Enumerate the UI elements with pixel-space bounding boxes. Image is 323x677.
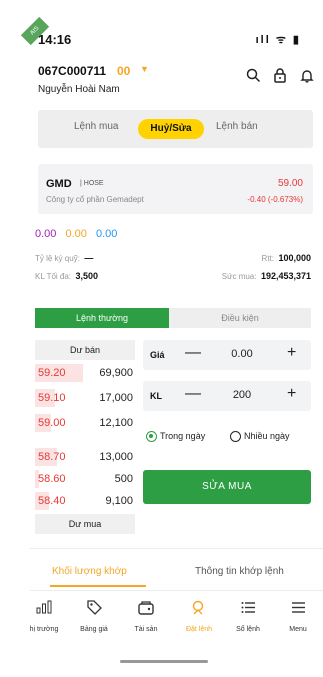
buy-power-value: 192,453,371 [260, 271, 311, 281]
nav-label: Sổ lệnh [236, 626, 260, 633]
stock-code: GMD [46, 178, 72, 190]
account-name: Nguyễn Hoài Nam [38, 84, 120, 95]
bid-volume: 13,000 [99, 451, 133, 463]
tab-conditional-order[interactable]: Điều kiện [169, 308, 311, 328]
radio-unchecked-icon [230, 431, 241, 443]
tab-edit[interactable]: Huỷ/Sửa [138, 119, 204, 139]
nav-assets[interactable]: Tài sản [124, 600, 168, 633]
tag-icon [72, 600, 116, 620]
order-icon [177, 600, 221, 620]
quantity-minus-button[interactable]: — [185, 385, 201, 403]
stock-price: 59.00 [277, 178, 303, 189]
quick-value-ceiling[interactable]: 0.00 [35, 228, 56, 240]
stock-company: Công ty cổ phần Gemadept [46, 195, 144, 204]
bid-price[interactable]: 58.70 [38, 451, 66, 463]
account-id[interactable]: 067C000711 [38, 64, 106, 78]
nav-place-order[interactable]: Đặt lệnh [177, 600, 221, 633]
price-minus-button[interactable]: — [185, 344, 201, 362]
margin-label: Tỷ lệ ký quỹ: [35, 254, 80, 263]
ask-volume: 17,000 [99, 392, 133, 404]
nav-order-book[interactable]: Sổ lệnh [226, 600, 270, 633]
wallet-icon [124, 600, 168, 620]
rtt-value: 100,000 [278, 253, 311, 263]
menu-icon [276, 600, 320, 620]
status-icons: ıll ᯤ ▮ [255, 34, 301, 46]
price-plus-button[interactable]: + [287, 344, 296, 362]
nav-market[interactable]: hị trường [22, 600, 66, 633]
max-qty-value: 3,500 [75, 271, 99, 281]
bell-icon[interactable] [300, 68, 314, 87]
ask-row[interactable]: 59.20 69,900 [35, 362, 135, 384]
bid-volume: 500 [114, 473, 133, 485]
search-icon[interactable] [246, 68, 261, 87]
home-indicator[interactable] [120, 660, 208, 663]
quick-value-reference[interactable]: 0.00 [65, 228, 86, 240]
ask-row[interactable]: 59.00 12,100 [35, 412, 135, 434]
ask-price[interactable]: 59.20 [38, 367, 66, 379]
chevron-down-icon[interactable]: ▼ [140, 64, 149, 74]
radio-today[interactable]: Trong ngày [146, 431, 206, 443]
divider [30, 548, 323, 549]
quantity-input[interactable]: 200 [222, 389, 262, 401]
quick-value-floor[interactable]: 0.00 [96, 228, 117, 240]
divider [30, 590, 323, 591]
nav-menu[interactable]: Menu [276, 600, 320, 633]
chart-icon [22, 600, 66, 620]
bid-volume: 9,100 [105, 495, 133, 507]
nav-label: Menu [289, 626, 307, 633]
bid-price[interactable]: 58.60 [38, 473, 66, 485]
bid-price[interactable]: 58.40 [38, 495, 66, 507]
ask-volume: 69,900 [99, 367, 133, 379]
status-time: 14:16 [38, 32, 72, 47]
lock-icon[interactable] [273, 68, 287, 87]
radio-today-label: Trong ngày [160, 431, 206, 441]
quantity-plus-button[interactable]: + [287, 385, 296, 403]
quantity-label: KL [150, 391, 162, 401]
bid-row[interactable]: 58.60 500 [35, 468, 135, 490]
max-quantity: KL Tối đa: 3,500 [35, 266, 98, 284]
bid-row[interactable]: 58.40 9,100 [35, 490, 135, 512]
tab-buy[interactable]: Lệnh mua [74, 121, 118, 132]
ask-row[interactable]: 59.10 17,000 [35, 387, 135, 409]
stock-change: -0.40 (-0.673%) [247, 195, 303, 204]
bid-header: Dư mua [35, 514, 135, 534]
ask-header: Dư bán [35, 340, 135, 360]
stock-card[interactable] [38, 164, 313, 214]
rtt-label: Rtt: [261, 254, 274, 263]
quick-values: 0.00 0.00 0.00 [35, 228, 123, 240]
submit-button[interactable]: SỬA MUA [143, 470, 311, 504]
margin-value: — [84, 253, 94, 263]
radio-multi-label: Nhiều ngày [244, 431, 290, 441]
radio-checked-icon [146, 431, 157, 443]
buying-power: Sức mua: 192,453,371 [222, 266, 311, 284]
stock-exchange: | HOSE [80, 180, 104, 187]
tab-sell[interactable]: Lệnh bán [216, 121, 258, 132]
active-tab-indicator [50, 585, 146, 587]
list-icon [226, 600, 270, 620]
nav-price-board[interactable]: Bảng giá [72, 600, 116, 633]
nav-label: Bảng giá [80, 626, 108, 633]
tab-matched-volume[interactable]: Khối lượng khớp [52, 566, 127, 577]
sub-account[interactable]: 00 [117, 64, 130, 78]
bid-row[interactable]: 58.70 13,000 [35, 446, 135, 468]
nav-label: Đặt lệnh [185, 626, 213, 633]
nav-label: hị trường [29, 626, 59, 633]
price-input[interactable]: 0.00 [222, 348, 262, 360]
ask-price[interactable]: 59.00 [38, 417, 66, 429]
tab-normal-order[interactable]: Lệnh thường [35, 308, 169, 328]
ask-price[interactable]: 59.10 [38, 392, 66, 404]
margin-ratio: Tỷ lệ ký quỹ: — [35, 248, 93, 266]
rtt: Rtt: 100,000 [262, 248, 311, 266]
nav-label: Tài sản [134, 626, 158, 633]
max-qty-label: KL Tối đa: [35, 272, 72, 281]
buy-power-label: Sức mua: [221, 272, 257, 281]
ask-volume: 12,100 [99, 417, 133, 429]
radio-multi-day[interactable]: Nhiều ngày [230, 431, 290, 443]
price-label: Giá [150, 350, 165, 360]
tab-match-info[interactable]: Thông tin khớp lệnh [195, 566, 284, 577]
